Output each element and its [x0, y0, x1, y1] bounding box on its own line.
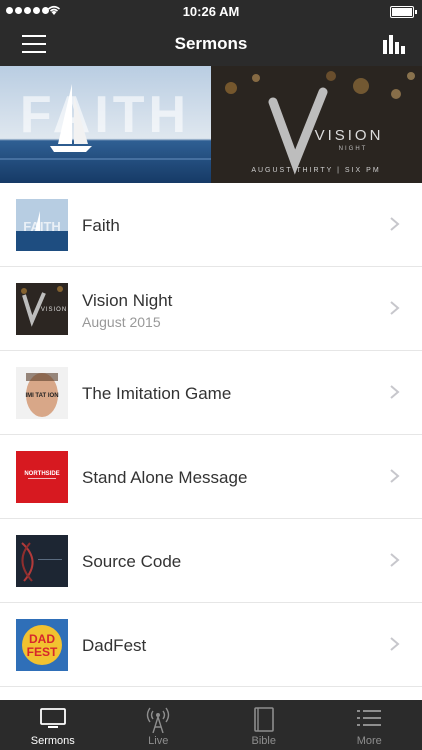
chevron-right-icon: [390, 553, 400, 567]
tab-label: Sermons: [30, 735, 75, 747]
sermon-row-faith[interactable]: FAITH Faith: [0, 183, 422, 267]
tv-icon: [39, 708, 66, 728]
svg-text:FEST: FEST: [27, 645, 58, 659]
sermon-title: Stand Alone Message: [82, 468, 248, 487]
status-bar: 10:26 AM: [0, 0, 422, 22]
imitation-game-thumbnail: IMI TAT ION: [16, 367, 68, 419]
chevron-right-icon: [390, 301, 400, 315]
sermon-row-dadfest[interactable]: DAD FEST DadFest: [0, 603, 422, 687]
sermon-row-vision-night[interactable]: VISION Vision Night August 2015: [0, 267, 422, 351]
tab-label: More: [356, 735, 382, 747]
sermon-title: Faith: [82, 216, 120, 235]
sermon-date: August 2015: [82, 314, 161, 330]
svg-text:VISION: VISION: [315, 127, 384, 144]
battery-icon: [390, 6, 417, 18]
broadcast-icon: [147, 707, 170, 733]
dadfest-thumbnail: DAD FEST: [16, 619, 68, 671]
svg-text:DAD: DAD: [29, 632, 55, 646]
sermon-row-source-code[interactable]: Source Code: [0, 519, 422, 603]
list-icon: [357, 710, 382, 726]
banner-faith[interactable]: FAITH: [0, 66, 211, 183]
sermon-title: The Imitation Game: [82, 384, 232, 403]
svg-text:IMI TAT ION: IMI TAT ION: [25, 393, 58, 399]
svg-text:FAITH: FAITH: [23, 219, 61, 234]
tab-more[interactable]: More: [317, 700, 422, 750]
sermon-title: Source Code: [82, 552, 182, 571]
chevron-right-icon: [390, 385, 400, 399]
svg-text:AUGUST THIRTY | SIX PM: AUGUST THIRTY | SIX PM: [251, 167, 380, 174]
chevron-right-icon: [390, 637, 400, 651]
svg-text:NORTHSIDE: NORTHSIDE: [24, 471, 59, 477]
svg-text:FAITH: FAITH: [20, 86, 190, 144]
status-time: 10:26 AM: [182, 4, 240, 19]
svg-text:VISION: VISION: [41, 307, 67, 313]
chevron-right-icon: [390, 469, 400, 483]
sermon-row-imitation-game[interactable]: IMI TAT ION The Imitation Game: [0, 351, 422, 435]
tab-bible[interactable]: Bible: [211, 700, 317, 750]
vision-banner-image: VISION NIGHT AUGUST THIRTY | SIX PM: [211, 66, 422, 183]
sermon-row-stand-alone-message[interactable]: NORTHSIDE Stand Alone Message: [0, 435, 422, 519]
vision-night-thumbnail: VISION: [16, 283, 68, 335]
chevron-right-icon: [390, 217, 400, 231]
stand-alone-thumbnail: NORTHSIDE: [16, 451, 68, 503]
chart-icon[interactable]: [382, 34, 406, 54]
svg-text:NIGHT: NIGHT: [339, 146, 368, 152]
banner-vision[interactable]: VISION NIGHT AUGUST THIRTY | SIX PM: [211, 66, 422, 183]
sermon-list: FAITH Faith VISION Vision Night August 2…: [0, 183, 422, 687]
faith-banner-image: FAITH: [0, 66, 211, 183]
page-title: Sermons: [174, 34, 248, 53]
nav-bar: Sermons: [0, 22, 422, 66]
book-icon: [253, 707, 274, 732]
tab-label: Live: [148, 735, 169, 747]
faith-thumbnail: FAITH: [16, 199, 68, 251]
featured-banner: FAITH VISION NIGHT AUGUST THIRTY | SIX P…: [0, 66, 422, 183]
sermon-title: Vision Night: [82, 291, 173, 310]
tab-live[interactable]: Live: [106, 700, 212, 750]
sermon-title: DadFest: [82, 636, 147, 655]
source-code-thumbnail: [16, 535, 68, 587]
tab-bar: Sermons Live Bible More: [0, 700, 422, 750]
tab-label: Bible: [251, 735, 276, 747]
tab-sermons[interactable]: Sermons: [0, 700, 106, 750]
